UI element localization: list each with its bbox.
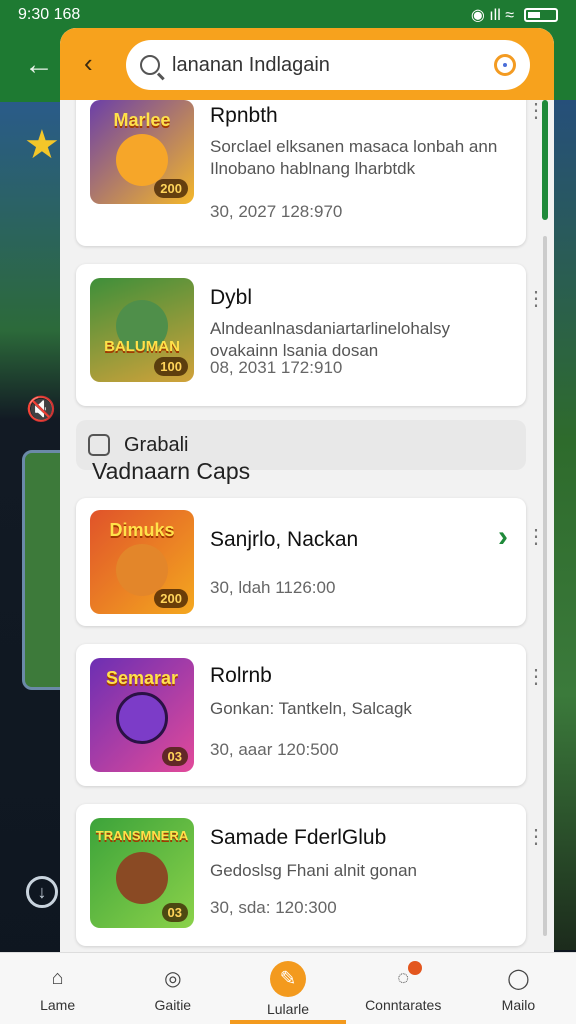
status-icons: ◉ ıll ≈ — [471, 5, 558, 25]
result-thumbnail: Marlee 200 — [90, 100, 194, 204]
profile-icon: ◯ — [507, 968, 530, 990]
app-thumbnail: Semarar 03 — [90, 658, 194, 772]
character-art — [116, 852, 168, 904]
app-title: Sanjrlo, Nackan — [210, 528, 359, 551]
scroll-indicator[interactable] — [542, 100, 548, 220]
thumbnail-badge: 03 — [161, 903, 188, 922]
nav-active-tab[interactable]: ✎ Lularle — [230, 953, 346, 1024]
scrollbar-track[interactable] — [543, 236, 547, 936]
background-star-icon: ★ — [24, 123, 60, 167]
app-card[interactable]: TRANSMNERA 03 Samade FderlGlub Gedoslsg … — [76, 804, 546, 946]
nav-label: Lame — [40, 996, 76, 1013]
battery-icon — [524, 8, 558, 22]
back-button[interactable]: ‹ — [84, 48, 93, 79]
thumbnail-title: Semarar — [105, 668, 179, 688]
nav-label: Conntarates — [365, 996, 442, 1013]
notification-dot — [407, 961, 422, 975]
result-description: Sorclael elksanen masaca lonbah ann Ilno… — [210, 137, 498, 178]
search-icon — [140, 55, 160, 75]
thumbnail-badge: 03 — [161, 747, 188, 766]
status-bar: 9:30 168 ◉ ıll ≈ — [0, 0, 576, 30]
background-right-edge — [554, 100, 576, 950]
result-card[interactable]: BALUMAN 100 Dybl Alndeanlnasdaniartarlin… — [76, 264, 546, 406]
background-mute-icon: 🔇 — [26, 396, 56, 423]
thumbnail-badge: 200 — [154, 589, 188, 608]
target-icon: ◎ — [164, 968, 182, 990]
status-indicators: ◉ ıll ≈ — [470, 7, 514, 24]
character-art — [116, 692, 168, 744]
result-title: Rpnbth — [210, 104, 278, 127]
search-box[interactable]: lananan Indlagain — [126, 40, 530, 90]
app-title: Samade FderlGlub — [210, 826, 387, 849]
result-meta: 30, 2027 128:970 — [210, 202, 343, 221]
result-card[interactable]: Marlee 200 Rpnbth Sorclael elksanen masa… — [76, 88, 546, 246]
app-thumbnail: TRANSMNERA 03 — [90, 818, 194, 928]
app-title: Rolrnb — [210, 664, 272, 687]
nav-label: Gaitie — [154, 996, 192, 1013]
app-card[interactable]: Semarar 03 Rolrnb Gonkan: Tantkeln, Salc… — [76, 644, 546, 786]
app-thumbnail: Dimuks 200 — [90, 510, 194, 614]
nav-label: Lularle — [266, 1000, 310, 1017]
nav-games[interactable]: ◎ Gaitie — [115, 953, 230, 1024]
result-description: Alndeanlnasdaniartarlinelohalsy ovakainn… — [210, 319, 451, 360]
nav-home[interactable]: ⌂ Lame — [0, 953, 115, 1024]
thumbnail-badge: 100 — [154, 357, 188, 376]
thumbnail-title: Dimuks — [109, 520, 175, 540]
pen-icon: ✎ — [270, 960, 306, 997]
status-time: 9:30 168 — [18, 6, 81, 23]
chevron-right-icon[interactable]: › — [498, 520, 508, 554]
voice-search-icon[interactable] — [494, 54, 516, 76]
background-back-icon: ← — [24, 48, 54, 81]
section-title: Vadnaarn Caps — [92, 458, 251, 484]
nav-label: Mailo — [501, 996, 536, 1013]
search-panel: ‹ lananan Indlagain Marlee 200 Rpnbth So… — [60, 28, 554, 958]
character-art — [116, 544, 168, 596]
thumbnail-badge: 200 — [154, 179, 188, 198]
filter-checkbox-label: Grabali — [124, 433, 189, 456]
nav-comments[interactable]: ◌ Conntarates — [346, 953, 461, 1024]
nav-profile[interactable]: ◯ Mailo — [461, 953, 576, 1024]
bottom-nav: ⌂ Lame ◎ Gaitie ✎ Lularle ◌ Conntarates … — [0, 952, 576, 1024]
background-download-icon: ↓ — [26, 876, 58, 908]
search-header: ‹ lananan Indlagain — [60, 28, 554, 100]
app-meta: 30, sda: 120:300 — [210, 898, 337, 917]
result-thumbnail: BALUMAN 100 — [90, 278, 194, 382]
thumbnail-title: Marlee — [113, 110, 171, 130]
app-meta: 30, ldah 1126:00 — [210, 578, 336, 597]
app-meta: 30, aaar 120:500 — [210, 740, 339, 759]
result-title: Dybl — [210, 286, 253, 309]
search-input[interactable]: lananan Indlagain — [172, 54, 494, 77]
filter-checkbox[interactable] — [88, 434, 110, 456]
thumbnail-title: TRANSMNERA — [95, 828, 189, 843]
app-card[interactable]: Dimuks 200 Sanjrlo, Nackan 30, ldah 1126… — [76, 498, 546, 626]
character-art — [116, 134, 168, 186]
result-meta: 08, 2031 172:910 — [210, 358, 343, 377]
home-icon: ⌂ — [51, 967, 64, 989]
thumbnail-title: BALUMAN — [104, 338, 180, 355]
app-description: Gedoslsg Fhani alnit gonan — [210, 861, 417, 880]
app-description: Gonkan: Tantkeln, Salcagk — [210, 699, 412, 718]
